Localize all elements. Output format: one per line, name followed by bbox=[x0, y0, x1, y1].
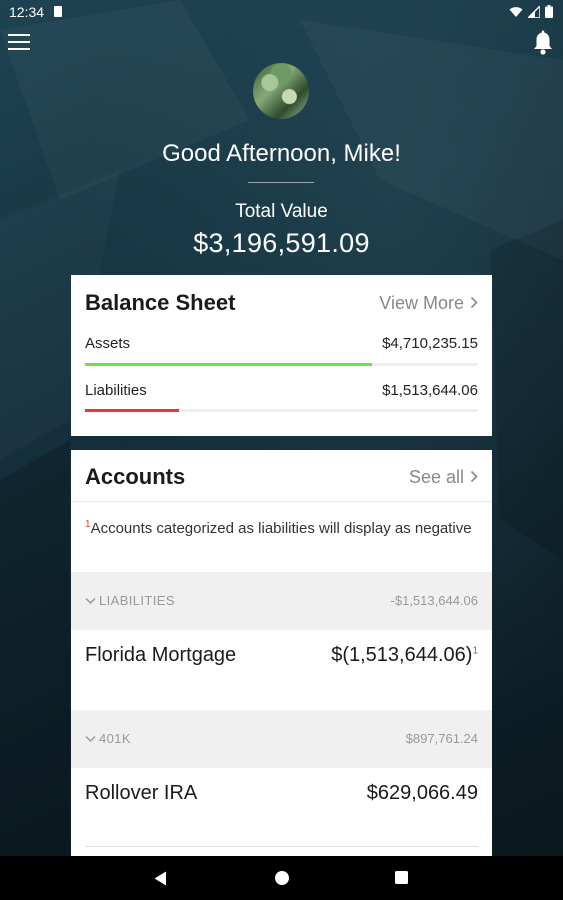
account-row-florida-mortgage[interactable]: Florida Mortgage $(1,513,644.06)1 bbox=[71, 630, 492, 710]
assets-bar-track bbox=[85, 363, 478, 366]
assets-value: $4,710,235.15 bbox=[382, 335, 478, 352]
liabilities-bar-fill bbox=[85, 409, 180, 412]
account-value-marker: 1 bbox=[472, 645, 478, 657]
accounts-header-divider bbox=[71, 501, 492, 502]
accounts-card: Accounts See all 1Accounts categorized a… bbox=[71, 450, 492, 856]
view-more-link[interactable]: View More bbox=[379, 293, 478, 314]
group-total-401k: $897,761.24 bbox=[405, 731, 478, 746]
group-label-401k: 401K bbox=[85, 731, 131, 746]
group-total-liabilities: -$1,513,644.06 bbox=[390, 593, 478, 608]
sim-card-icon bbox=[54, 6, 62, 17]
row-divider bbox=[85, 846, 478, 847]
account-value: $629,066.49 bbox=[366, 782, 478, 804]
accounts-title: Accounts bbox=[85, 464, 186, 489]
group-header-401k[interactable]: 401K $897,761.24 bbox=[71, 710, 492, 768]
assets-label: Assets bbox=[85, 335, 131, 352]
liabilities-bar-track bbox=[85, 409, 478, 412]
account-row-rollover-ira[interactable]: Rollover IRA $629,066.49 bbox=[71, 768, 492, 848]
account-value-text: $(1,513,644.06) bbox=[331, 644, 473, 666]
status-icons bbox=[509, 5, 553, 18]
chevron-down-icon bbox=[85, 735, 96, 743]
account-value: $(1,513,644.06)1 bbox=[331, 644, 478, 667]
total-value-label: Total Value bbox=[235, 201, 328, 222]
account-name: Rollover IRA bbox=[85, 782, 198, 804]
header-divider bbox=[248, 182, 314, 183]
battery-icon bbox=[545, 5, 553, 18]
bell-icon[interactable] bbox=[531, 30, 555, 56]
view-more-label: View More bbox=[379, 293, 464, 313]
balance-sheet-title: Balance Sheet bbox=[85, 290, 236, 315]
back-triangle-icon[interactable] bbox=[154, 871, 167, 886]
group-label-text: 401K bbox=[99, 731, 131, 746]
see-all-label: See all bbox=[408, 467, 464, 487]
cell-signal-icon bbox=[528, 5, 540, 18]
assets-bar-fill bbox=[85, 363, 372, 366]
chevron-right-icon bbox=[470, 296, 478, 309]
greeting-text: Good Afternoon, Mike! bbox=[162, 140, 401, 167]
status-bar: 12:34 bbox=[0, 0, 563, 24]
see-all-link[interactable]: See all bbox=[409, 467, 478, 488]
liabilities-note: 1Accounts categorized as liabilities wil… bbox=[85, 514, 472, 539]
avatar[interactable] bbox=[253, 63, 309, 119]
recents-square-icon[interactable] bbox=[394, 870, 409, 885]
chevron-right-icon bbox=[470, 470, 478, 483]
balance-sheet-card: Balance Sheet View More Assets $4,710,23… bbox=[71, 275, 492, 436]
total-value-amount: $3,196,591.09 bbox=[193, 228, 370, 258]
account-name: Florida Mortgage bbox=[85, 644, 237, 666]
group-label-liabilities: LIABILITIES bbox=[85, 593, 175, 608]
hamburger-menu-icon[interactable] bbox=[8, 34, 30, 52]
liabilities-value: $1,513,644.06 bbox=[382, 382, 478, 399]
chevron-down-icon bbox=[85, 597, 96, 605]
liabilities-label: Liabilities bbox=[85, 382, 147, 399]
note-text: Accounts categorized as liabilities will… bbox=[90, 520, 472, 537]
group-header-liabilities[interactable]: LIABILITIES -$1,513,644.06 bbox=[71, 572, 492, 630]
home-circle-icon[interactable] bbox=[274, 870, 290, 886]
group-label-text: LIABILITIES bbox=[99, 593, 175, 608]
system-nav-bar bbox=[0, 856, 563, 900]
wifi-icon bbox=[509, 6, 523, 17]
status-time: 12:34 bbox=[9, 4, 45, 20]
